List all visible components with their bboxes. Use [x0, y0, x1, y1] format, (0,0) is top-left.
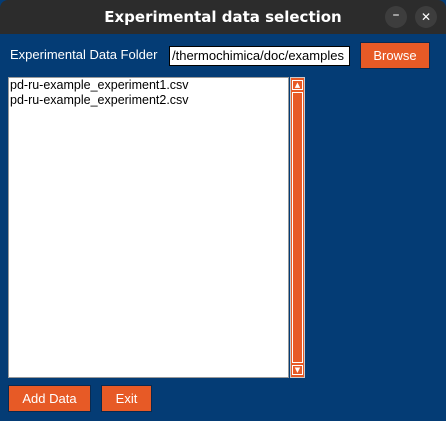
file-list[interactable]: pd-ru-example_experiment1.csv pd-ru-exam…: [8, 77, 289, 378]
scroll-down-arrow-icon[interactable]: ▼: [292, 365, 303, 375]
list-item[interactable]: pd-ru-example_experiment2.csv: [9, 93, 288, 108]
add-data-button[interactable]: Add Data: [9, 386, 90, 411]
file-list-scrollbar[interactable]: ▲ ▼: [290, 77, 305, 378]
scroll-up-arrow-icon[interactable]: ▲: [292, 80, 303, 90]
close-icon[interactable]: ✕: [415, 6, 437, 28]
folder-label: Experimental Data Folder: [10, 47, 158, 62]
list-item[interactable]: pd-ru-example_experiment1.csv: [9, 78, 288, 93]
window-title: Experimental data selection: [104, 8, 342, 26]
exit-button[interactable]: Exit: [102, 386, 151, 411]
minimize-icon[interactable]: –: [385, 6, 407, 28]
main-panel: Experimental Data Folder /thermochimica/…: [0, 34, 446, 421]
browse-button[interactable]: Browse: [361, 43, 429, 68]
scroll-thumb[interactable]: [292, 92, 303, 363]
folder-path-input[interactable]: /thermochimica/doc/examples: [169, 46, 350, 66]
title-bar: Experimental data selection – ✕: [0, 0, 446, 34]
